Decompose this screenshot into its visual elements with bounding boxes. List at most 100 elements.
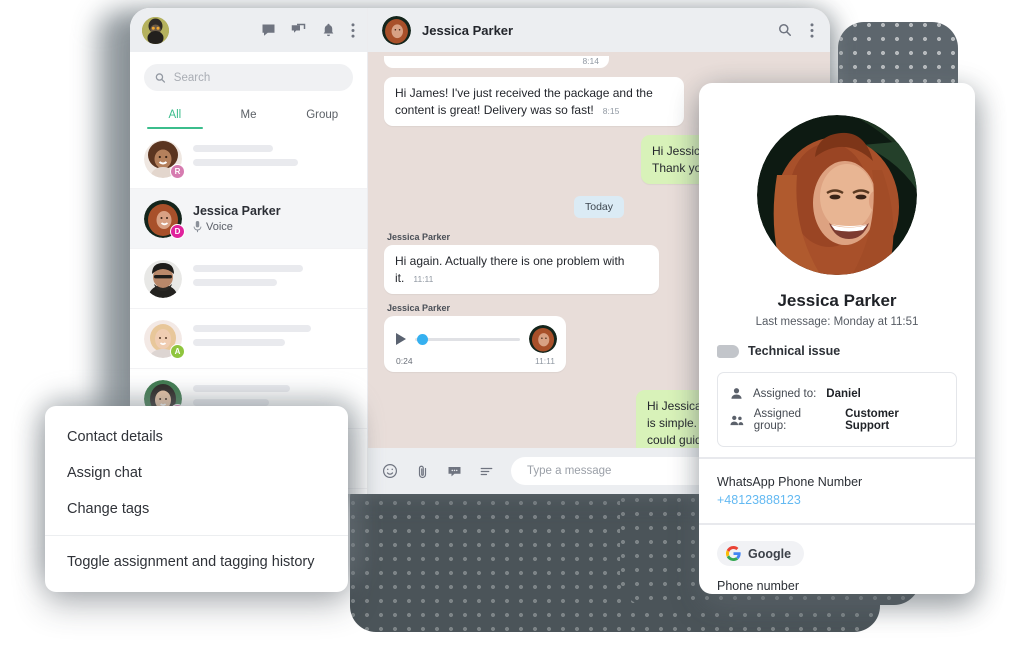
avatar: R	[144, 139, 185, 179]
whatsapp-label: WhatsApp Phone Number	[717, 475, 863, 489]
search-input[interactable]	[173, 71, 342, 84]
bell-icon[interactable]	[321, 23, 336, 38]
assigned-group-value: Customer Support	[845, 408, 899, 432]
message-time: 8:15	[602, 106, 620, 117]
sidebar-header	[130, 8, 367, 52]
emoji-icon[interactable]	[382, 463, 398, 479]
voice-player-meta: 0:24 11:11	[396, 356, 557, 366]
avatar: A	[144, 319, 185, 359]
message-bubble[interactable]: Hi again. Actually there is one problem …	[384, 245, 659, 295]
day-divider-label: Today	[573, 196, 625, 219]
tab-me[interactable]: Me	[212, 103, 286, 129]
contact-name: Jessica Parker	[777, 291, 897, 310]
contact-tag[interactable]: Technical issue	[717, 344, 957, 358]
assignment-box: Assigned to: Daniel Assigned group: Cust…	[717, 372, 957, 447]
whatsapp-section: WhatsApp Phone Number +48123888123	[699, 459, 975, 523]
clipped-message-bubble: 8:14	[384, 56, 609, 68]
contact-summary: Jessica Parker Last message: Monday at 1…	[699, 83, 975, 457]
tag-icon	[717, 344, 739, 358]
assigned-to-row[interactable]: Assigned to: Daniel	[730, 383, 944, 404]
contact-avatar	[757, 115, 917, 275]
list-item[interactable]	[130, 249, 367, 309]
conversation-avatar	[382, 15, 411, 45]
multiple-chats-icon[interactable]	[291, 23, 306, 38]
search-icon[interactable]	[778, 23, 792, 37]
status-badge: D	[170, 223, 185, 239]
placeholder-line	[193, 158, 298, 166]
chat-bubble-icon[interactable]	[261, 23, 276, 38]
play-icon[interactable]	[396, 333, 406, 346]
voice-progress-knob[interactable]	[417, 333, 428, 345]
placeholder-line	[193, 338, 285, 346]
person-icon	[731, 388, 742, 399]
message-bubble[interactable]: Hi James! I've just received the package…	[384, 77, 684, 127]
tab-all[interactable]: All	[138, 103, 212, 129]
list-item-content: Jessica Parker Voice	[193, 204, 353, 233]
list-item-subtitle-text: Voice	[206, 221, 233, 233]
menu-item-change-tags[interactable]: Change tags	[45, 491, 348, 527]
status-badge: A	[170, 343, 185, 359]
list-item[interactable]: A	[130, 309, 367, 369]
menu-separator	[45, 535, 348, 536]
screenshot-root: All Me Group	[0, 0, 1024, 668]
voice-message-player[interactable]: 0:24 11:11	[384, 316, 566, 373]
contact-details-panel: Jessica Parker Last message: Monday at 1…	[699, 83, 975, 594]
list-item[interactable]: R	[130, 129, 367, 189]
menu-item-contact-details[interactable]: Contact details	[45, 419, 348, 455]
clipped-message: 8:14	[384, 56, 814, 68]
menu-item-toggle-history[interactable]: Toggle assignment and tagging history	[45, 544, 348, 580]
tab-group[interactable]: Group	[285, 103, 359, 129]
search-box[interactable]	[144, 64, 353, 91]
whatsapp-number[interactable]: +48123888123	[717, 493, 957, 507]
current-user-avatar[interactable]	[142, 16, 169, 44]
context-menu: Contact details Assign chat Change tags …	[45, 406, 348, 592]
voice-player-controls	[396, 325, 557, 354]
list-item-content	[193, 144, 353, 173]
group-icon	[730, 415, 744, 425]
tag-label: Technical issue	[748, 344, 841, 358]
message-time: 11:11	[413, 274, 434, 285]
more-options-icon[interactable]	[810, 22, 814, 38]
placeholder-line	[193, 264, 303, 272]
placeholder-line	[193, 384, 290, 392]
google-icon	[726, 546, 741, 561]
placeholder-line	[193, 144, 273, 152]
message-time: 11:11	[534, 356, 555, 367]
message-time: 8:14	[582, 56, 599, 66]
attachment-icon[interactable]	[415, 464, 430, 479]
list-item-subtitle: Voice	[193, 221, 353, 233]
avatar: D	[144, 199, 185, 239]
list-item-content	[193, 264, 353, 293]
assigned-group-label: Assigned group:	[753, 408, 802, 432]
conversation-title: Jessica Parker	[422, 22, 514, 38]
list-item-content	[193, 324, 353, 353]
text-format-icon[interactable]	[479, 464, 494, 479]
google-chip-label: Google	[748, 546, 792, 561]
quick-reply-icon[interactable]	[447, 464, 462, 479]
placeholder-line	[193, 278, 277, 286]
assigned-to-value: Daniel	[826, 387, 861, 400]
microphone-icon	[193, 221, 202, 233]
sidebar-header-icons	[261, 22, 355, 38]
google-section: Google Phone number +48123888123 (Person…	[699, 525, 975, 594]
assigned-group-row[interactable]: Assigned group: Customer Support	[730, 404, 944, 436]
chat-filter-tabs: All Me Group	[130, 97, 367, 129]
voice-duration: 0:24	[396, 356, 413, 367]
search-icon	[155, 72, 166, 83]
more-options-icon[interactable]	[351, 22, 355, 38]
status-badge: R	[170, 163, 185, 179]
assigned-to-label: Assigned to:	[753, 387, 817, 400]
avatar	[144, 259, 182, 298]
list-item-jessica-parker[interactable]: D Jessica Parker Voice	[130, 189, 367, 249]
list-item-name: Jessica Parker	[193, 204, 281, 218]
conversation-header-icons	[778, 22, 814, 38]
contact-last-message: Last message: Monday at 11:51	[755, 316, 919, 328]
menu-item-assign-chat[interactable]: Assign chat	[45, 455, 348, 491]
voice-sender-avatar	[529, 325, 557, 354]
placeholder-line	[193, 324, 311, 332]
conversation-header: Jessica Parker	[368, 8, 830, 52]
google-source-chip[interactable]: Google	[717, 541, 805, 566]
search-section	[130, 52, 367, 97]
phone-field: Phone number +48123888123 (Personal numb…	[717, 579, 957, 594]
voice-progress-track[interactable]	[415, 333, 520, 345]
